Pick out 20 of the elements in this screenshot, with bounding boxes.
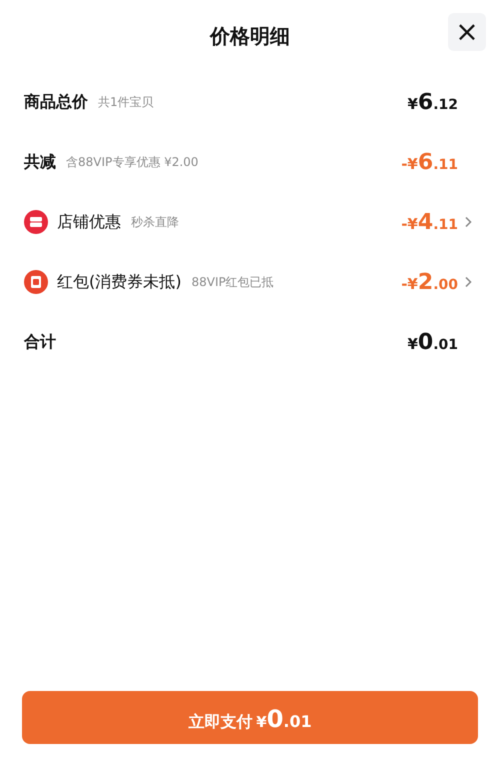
- row-note: 共1件宝贝: [98, 94, 154, 110]
- chevron-right-icon[interactable]: [464, 276, 472, 288]
- sheet-title: 价格明细: [210, 22, 290, 50]
- row-note: 含88VIP专享优惠 ¥2.00: [66, 154, 198, 170]
- row-note: 秒杀直降: [131, 214, 179, 230]
- chevron-right-icon[interactable]: [464, 216, 472, 228]
- envelope-icon: [24, 270, 48, 294]
- amount: ¥0.01: [407, 330, 458, 354]
- amount: ¥6.12: [407, 90, 458, 114]
- row-label: 店铺优惠: [57, 212, 121, 232]
- store-icon: [24, 210, 48, 234]
- row-note: 88VIP红包已抵: [191, 274, 274, 290]
- row-label: 商品总价: [24, 92, 88, 112]
- amount: -¥4.11: [401, 210, 458, 234]
- row-label: 共减: [24, 152, 56, 172]
- amount: -¥2.00: [401, 270, 458, 294]
- amount: -¥6.11: [401, 150, 458, 174]
- close-button[interactable]: ×: [448, 13, 486, 51]
- row-label: 合计: [24, 332, 56, 352]
- row-label: 红包(消费券未抵): [57, 272, 182, 292]
